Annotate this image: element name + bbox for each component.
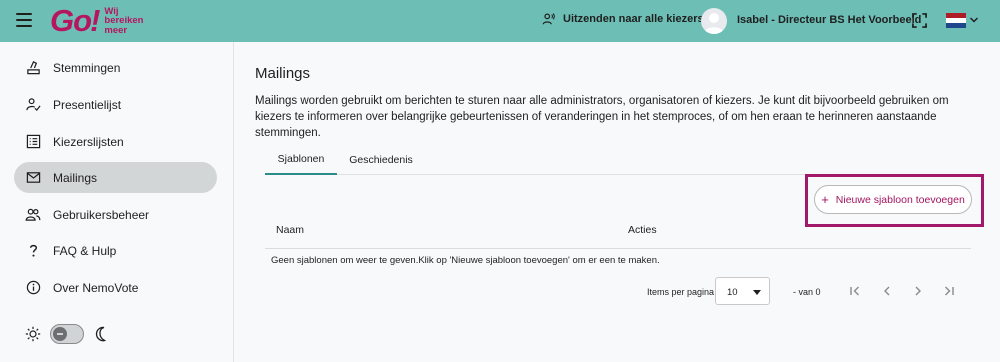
- main-content: Mailings Mailings worden gebruikt om ber…: [235, 42, 1000, 362]
- fullscreen-icon[interactable]: [912, 13, 927, 28]
- items-per-page-value: 10: [727, 287, 738, 298]
- logo-bang: !: [90, 3, 101, 38]
- moon-icon: [95, 326, 107, 342]
- tab-bar: Sjablonen Geschiedenis: [265, 145, 971, 175]
- column-header-acties: Acties: [628, 224, 657, 236]
- info-icon: [25, 280, 41, 296]
- add-template-label: Nieuwe sjabloon toevoegen: [835, 193, 965, 206]
- theme-toggle[interactable]: [50, 324, 84, 344]
- people-icon: [25, 207, 41, 223]
- sidebar-item-stemmingen[interactable]: Stemmingen: [14, 52, 217, 83]
- sun-icon: [25, 326, 41, 342]
- page-title: Mailings: [255, 65, 311, 82]
- tab-geschiedenis[interactable]: Geschiedenis: [347, 145, 415, 175]
- sidebar-item-label: Over NemoVote: [53, 280, 139, 295]
- paginator: Items per pagina 10 - van 0: [235, 277, 1000, 307]
- items-per-page-select[interactable]: 10: [715, 277, 770, 305]
- checklist-person-icon: [25, 97, 41, 113]
- column-header-naam[interactable]: Naam: [276, 224, 304, 236]
- sidebar-item-label: Kiezerslijsten: [53, 134, 124, 149]
- sidebar-item-label: Presentielijst: [53, 97, 122, 112]
- menu-icon[interactable]: [16, 13, 32, 27]
- items-per-page-label: Items per pagina: [647, 287, 715, 297]
- avatar-person-icon: [704, 13, 724, 34]
- broadcast-person-icon: [542, 13, 555, 25]
- logo-wordmark: Go: [50, 3, 92, 38]
- question-icon: [25, 243, 41, 259]
- broadcast-label: Uitzenden naar alle kiezers: [563, 13, 704, 25]
- dropdown-caret-icon: [753, 290, 761, 295]
- page-description: Mailings worden gebruikt om berichten te…: [255, 95, 949, 139]
- user-avatar[interactable]: [701, 8, 727, 34]
- chevron-down-icon[interactable]: [969, 14, 979, 26]
- app-logo[interactable]: Go! Wij bereiken meer: [50, 3, 143, 39]
- sidebar: Stemmingen Presentielijst Kiezerslijsten…: [0, 42, 234, 362]
- previous-page-icon[interactable]: [879, 283, 895, 299]
- table-header: Naam Acties: [265, 213, 971, 249]
- sidebar-item-over-nemovote[interactable]: Over NemoVote: [14, 272, 217, 303]
- tab-sjablonen[interactable]: Sjablonen: [265, 145, 337, 175]
- sidebar-item-label: Stemmingen: [53, 60, 121, 75]
- sidebar-item-label: FAQ & Hulp: [53, 243, 117, 258]
- mail-icon: [25, 170, 41, 186]
- toggle-knob: [53, 327, 67, 341]
- sidebar-item-kiezerslijsten[interactable]: Kiezerslijsten: [14, 126, 217, 157]
- user-name[interactable]: Isabel - Directeur BS Het Voorbeeld: [737, 14, 921, 26]
- first-page-icon[interactable]: [847, 283, 863, 299]
- last-page-icon[interactable]: [941, 283, 957, 299]
- sidebar-item-label: Gebruikersbeheer: [53, 207, 150, 222]
- plus-icon: +: [821, 191, 829, 207]
- empty-table-message: Geen sjablonen om weer te geven.Klik op …: [271, 255, 660, 266]
- sidebar-item-presentielijst[interactable]: Presentielijst: [14, 89, 217, 120]
- netherlands-flag-icon[interactable]: [946, 13, 966, 28]
- sidebar-item-label: Mailings: [53, 170, 98, 185]
- broadcast-button[interactable]: Uitzenden naar alle kiezers: [542, 12, 704, 26]
- list-box-icon: [25, 134, 41, 150]
- page-range-label: - van 0: [793, 287, 821, 297]
- sidebar-item-mailings[interactable]: Mailings: [14, 162, 217, 193]
- top-app-bar: Go! Wij bereiken meer Uitzenden naar all…: [0, 0, 1000, 42]
- sidebar-item-gebruikersbeheer[interactable]: Gebruikersbeheer: [14, 199, 217, 230]
- ballot-icon: [25, 60, 41, 76]
- sidebar-item-faq[interactable]: FAQ & Hulp: [14, 235, 217, 266]
- add-template-button[interactable]: + Nieuwe sjabloon toevoegen: [814, 185, 972, 214]
- next-page-icon[interactable]: [910, 283, 926, 299]
- logo-tagline: Wij bereiken meer: [104, 5, 144, 36]
